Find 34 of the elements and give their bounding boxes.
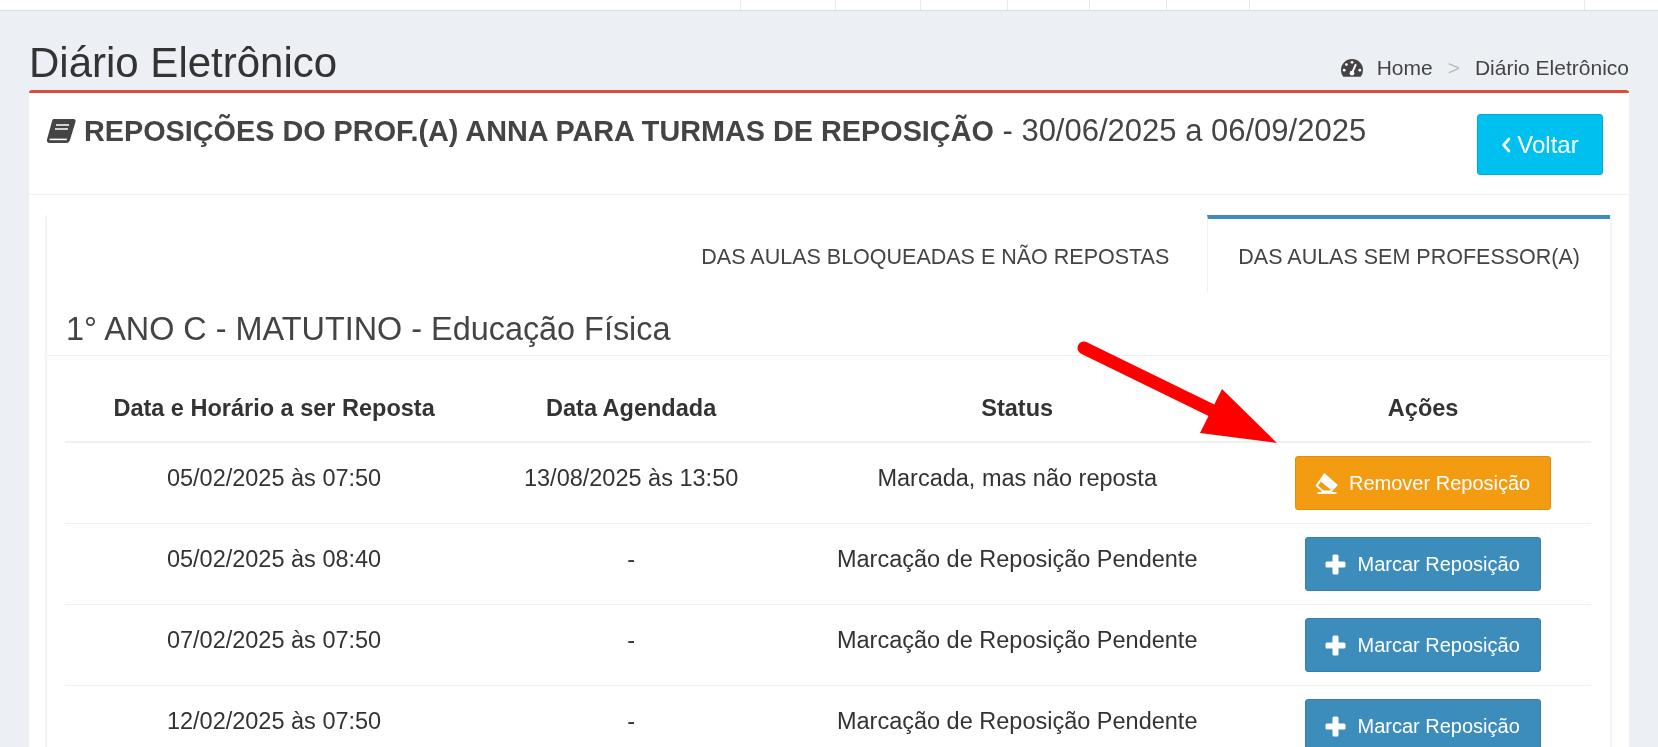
remove-button[interactable]: Remover Reposição bbox=[1295, 456, 1552, 510]
tab[interactable]: DAS AULAS SEM PROFESSOR(A) bbox=[1207, 215, 1610, 293]
plus-icon bbox=[1325, 634, 1347, 656]
mark-button[interactable]: Marcar Reposição bbox=[1305, 699, 1541, 747]
plus-icon bbox=[1325, 715, 1347, 737]
breadcrumb-separator: > bbox=[1447, 55, 1460, 81]
home-link[interactable]: Home bbox=[1339, 53, 1433, 83]
eraser-icon bbox=[1315, 472, 1339, 494]
table-cell: Marcação de Reposição Pendente bbox=[779, 604, 1256, 686]
column-header: Data e Horário a ser Reposta bbox=[65, 375, 484, 442]
table-cell: 05/02/2025 às 07:50 bbox=[65, 442, 484, 524]
table-cell: Marcação de Reposição Pendente bbox=[779, 523, 1256, 605]
table-cell: - bbox=[483, 523, 780, 605]
table-cell: 13/08/2025 às 13:50 bbox=[483, 442, 780, 524]
section-title: 1° ANO C - MATUTINO - Educação Física bbox=[66, 310, 671, 348]
mark-button[interactable]: Marcar Reposição bbox=[1305, 537, 1541, 591]
tab[interactable]: DAS AULAS BLOQUEADAS E NÃO REPOSTAS bbox=[670, 215, 1200, 293]
table-cell: 12/02/2025 às 07:50 bbox=[65, 685, 484, 747]
table-cell: - bbox=[483, 604, 780, 686]
table-cell: - bbox=[483, 685, 780, 747]
gauge-icon bbox=[1339, 58, 1364, 78]
plus-icon bbox=[1325, 553, 1347, 575]
back-button[interactable]: Voltar bbox=[1477, 114, 1603, 175]
mark-button[interactable]: Marcar Reposição bbox=[1305, 618, 1541, 672]
book-icon bbox=[46, 118, 76, 144]
box-title: REPOSIÇÕES DO PROF.(A) ANNA PARA TURMAS DE REPOSIÇÃO - 30/06/2025 a 06/09/2025 bbox=[84, 112, 1367, 150]
column-header: Data Agendada bbox=[483, 375, 780, 442]
chevron-left-icon bbox=[1501, 136, 1512, 153]
page-title: Diário Eletrônico bbox=[29, 38, 338, 88]
table-cell: 07/02/2025 às 07:50 bbox=[65, 604, 484, 686]
table-cell: 05/02/2025 às 08:40 bbox=[65, 523, 484, 605]
table-cell: Marcação de Reposição Pendente bbox=[779, 685, 1256, 747]
table-cell: Marcada, mas não reposta bbox=[779, 442, 1256, 524]
breadcrumb-current: Diário Eletrônico bbox=[1474, 55, 1629, 81]
